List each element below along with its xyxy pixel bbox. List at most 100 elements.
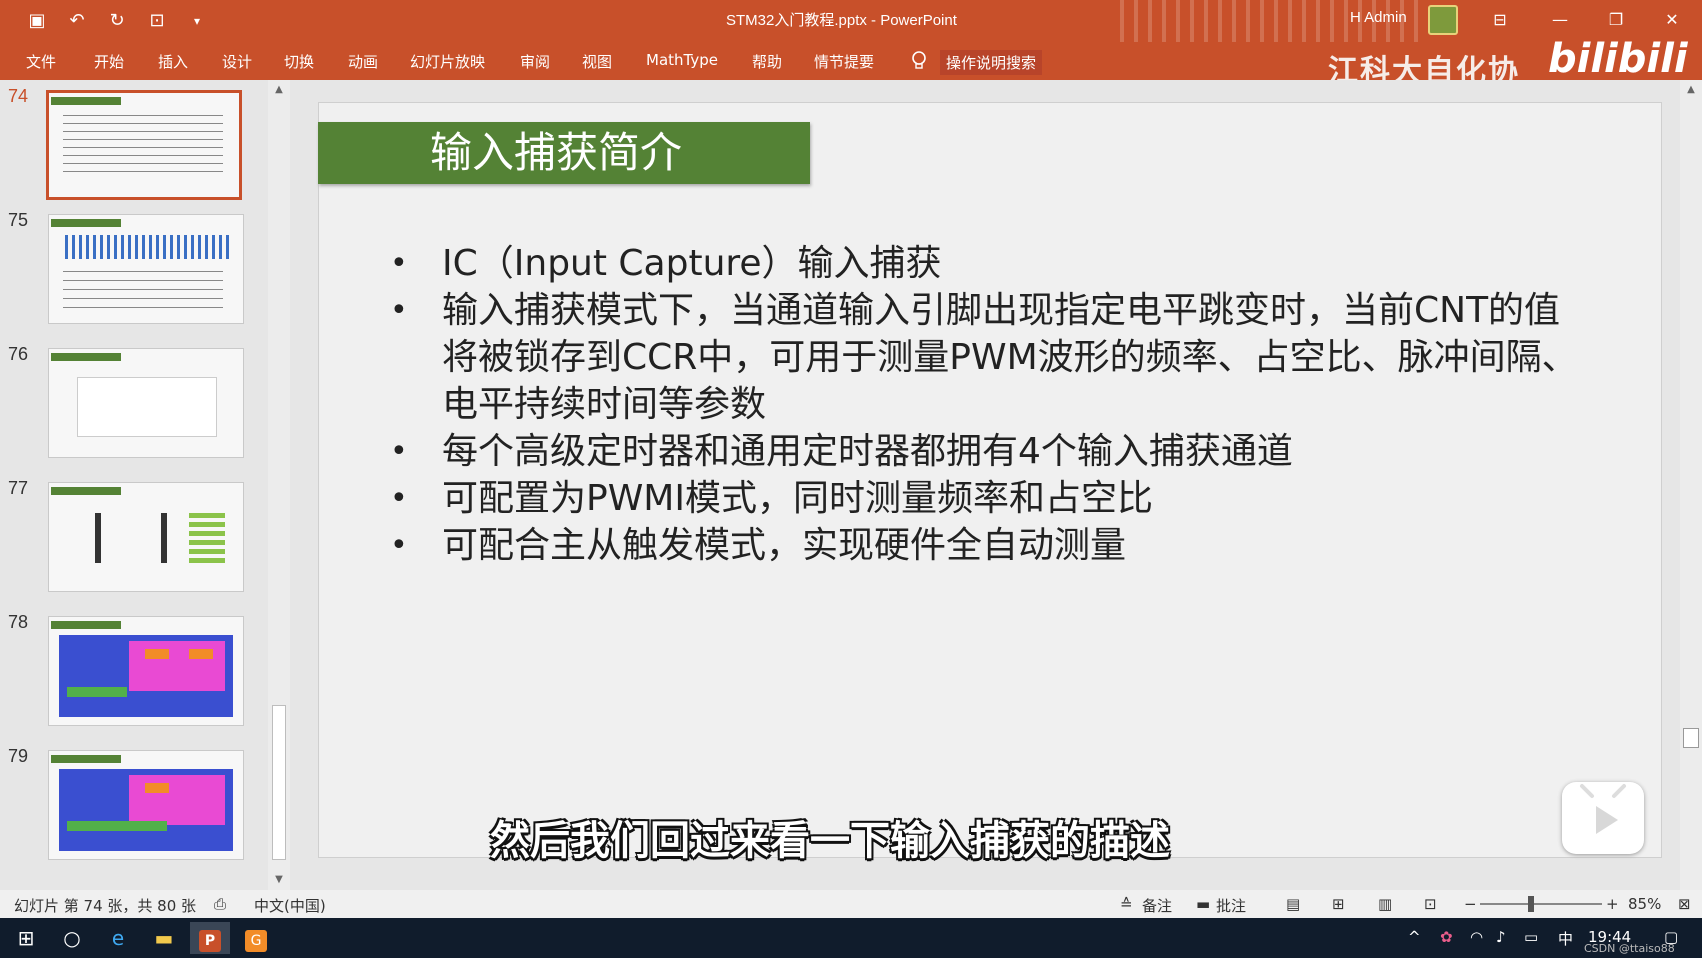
notes-button[interactable]: 备注: [1142, 895, 1172, 916]
thumbnail-block: [129, 775, 225, 825]
edge-icon[interactable]: e: [98, 922, 138, 954]
slide-scrollbar[interactable]: ▲: [1680, 80, 1702, 890]
search-icon[interactable]: ○: [52, 922, 92, 954]
thumbnail-waveform: [65, 235, 230, 259]
ribbon-display-options-icon[interactable]: ⊟: [1480, 6, 1520, 34]
minimize-icon[interactable]: —: [1540, 6, 1580, 34]
wifi-icon[interactable]: ◠: [1470, 928, 1483, 946]
zoom-in-icon[interactable]: +: [1606, 895, 1619, 913]
scroll-up-icon[interactable]: ▲: [273, 84, 285, 96]
thumbnail-number: 78: [8, 612, 29, 632]
slide-thumbnails-pane: 74 75 76 77 78 79: [0, 80, 292, 890]
tab-design[interactable]: 设计: [222, 51, 252, 72]
lightbulb-icon: [912, 51, 926, 69]
bullet-item: IC（Input Capture）输入捕获: [390, 240, 1590, 287]
slide-sorter-icon[interactable]: ⊞: [1332, 895, 1345, 913]
slideshow-view-icon[interactable]: ⊡: [1424, 895, 1437, 913]
comments-icon: ▬: [1196, 895, 1211, 913]
reading-view-icon[interactable]: ▥: [1378, 895, 1392, 913]
app-taskbar-icon[interactable]: G: [236, 922, 276, 954]
thumbnail-number: 76: [8, 344, 29, 364]
thumbnail-scroll-thumb[interactable]: [272, 705, 286, 860]
file-explorer-icon[interactable]: ▬: [144, 922, 184, 954]
fit-to-window-icon[interactable]: ⊠: [1678, 895, 1691, 913]
bullet-item: 每个高级定时器和通用定时器都拥有4个输入捕获通道: [390, 428, 1590, 475]
thumbnail-scrollbar[interactable]: ▲ ▼: [268, 80, 290, 890]
comments-button[interactable]: 批注: [1216, 895, 1246, 916]
zoom-level[interactable]: 85%: [1628, 895, 1661, 913]
tab-view[interactable]: 视图: [582, 51, 612, 72]
customize-qat-icon[interactable]: ▾: [184, 8, 210, 34]
thumbnail-block: [67, 687, 127, 697]
tab-animations[interactable]: 动画: [348, 51, 378, 72]
thumbnail-block: [189, 649, 213, 659]
windows-start-icon[interactable]: ⊞: [6, 922, 46, 954]
thumbnail-number: 75: [8, 210, 29, 230]
quick-access-toolbar: ▣ ↶ ↻ ⊡ ▾: [24, 8, 210, 34]
powerpoint-taskbar-icon[interactable]: P: [190, 922, 230, 954]
slide-title[interactable]: 输入捕获简介: [318, 122, 810, 184]
redo-icon[interactable]: ↻: [104, 8, 130, 34]
slide-thumbnail-75[interactable]: [48, 214, 244, 324]
thumbnail-block: [67, 821, 167, 831]
battery-icon[interactable]: ▭: [1524, 928, 1538, 946]
scroll-up-icon[interactable]: ▲: [1685, 84, 1697, 96]
thumbnail-bar: [95, 513, 101, 563]
status-bar: 幻灯片 第 74 张，共 80 张 ⎙ 中文(中国) ≙ 备注 ▬ 批注 ▤ ⊞…: [0, 890, 1702, 918]
tab-insert[interactable]: 插入: [158, 51, 188, 72]
tab-slideshow[interactable]: 幻灯片放映: [410, 51, 485, 72]
zoom-slider-thumb[interactable]: [1528, 896, 1534, 912]
tray-overflow-icon[interactable]: ^: [1408, 928, 1421, 946]
powerpoint-window: ▣ ↶ ↻ ⊡ ▾ STM32入门教程.pptx - PowerPoint H …: [0, 0, 1702, 958]
scroll-down-icon[interactable]: ▼: [273, 874, 285, 886]
avatar[interactable]: [1428, 5, 1458, 35]
tab-review[interactable]: 审阅: [520, 51, 550, 72]
present-from-start-icon[interactable]: ⊡: [144, 8, 170, 34]
thumbnail-block: [145, 649, 169, 659]
save-icon[interactable]: ▣: [24, 8, 50, 34]
slide-scroll-thumb[interactable]: [1683, 728, 1699, 748]
tray-app-icon[interactable]: ✿: [1440, 928, 1453, 946]
normal-view-icon[interactable]: ▤: [1286, 895, 1300, 913]
thumbnail-number: 77: [8, 478, 29, 498]
video-subtitle: 然后我们回过来看一下输入捕获的描述: [490, 818, 1170, 864]
windows-taskbar: ⊞ ○ e ▬ P G ^ ✿ ◠ ♪ ▭ 中 19:44 CSDN @ttai…: [0, 918, 1702, 958]
csdn-watermark: CSDN @ttaiso88: [1584, 942, 1675, 955]
tab-transitions[interactable]: 切换: [284, 51, 314, 72]
thumbnail-header: [51, 353, 121, 361]
slide-thumbnail-77[interactable]: [48, 482, 244, 592]
close-icon[interactable]: ✕: [1652, 6, 1692, 34]
tab-mathtype[interactable]: MathType: [646, 51, 718, 69]
user-name[interactable]: H Admin: [1350, 9, 1407, 26]
restore-icon[interactable]: ❐: [1596, 6, 1636, 34]
title-bar: ▣ ↶ ↻ ⊡ ▾ STM32入门教程.pptx - PowerPoint H …: [0, 0, 1702, 42]
ime-indicator[interactable]: 中: [1558, 928, 1573, 949]
slide-thumbnail-74[interactable]: [46, 90, 242, 200]
thumbnail-number: 74: [8, 86, 29, 106]
notes-icon: ≙: [1120, 895, 1133, 913]
undo-icon[interactable]: ↶: [64, 8, 90, 34]
slide-counter: 幻灯片 第 74 张，共 80 张: [14, 897, 197, 915]
bilibili-logo: bilibili: [1548, 36, 1688, 82]
thumbnail-number: 79: [8, 746, 29, 766]
thumbnail-text-lines: [63, 115, 223, 175]
zoom-slider[interactable]: [1480, 903, 1602, 905]
tab-file[interactable]: 文件: [26, 51, 56, 72]
tab-help[interactable]: 帮助: [752, 51, 782, 72]
slide-thumbnail-79[interactable]: [48, 750, 244, 860]
zoom-out-icon[interactable]: −: [1464, 895, 1477, 913]
slide-bullet-list[interactable]: IC（Input Capture）输入捕获 输入捕获模式下，当通道输入引脚出现指…: [390, 240, 1590, 569]
thumbnail-list: [189, 513, 225, 563]
thumbnail-text-lines: [63, 271, 223, 311]
spellcheck-icon[interactable]: ⎙: [214, 895, 226, 913]
tab-home[interactable]: 开始: [94, 51, 124, 72]
tell-me-search[interactable]: 操作说明搜索: [940, 50, 1043, 75]
play-button[interactable]: [1562, 782, 1644, 854]
tab-storyboard[interactable]: 情节提要: [814, 51, 874, 72]
slide-thumbnail-76[interactable]: [48, 348, 244, 458]
volume-icon[interactable]: ♪: [1496, 928, 1506, 946]
thumbnail-header: [51, 219, 121, 227]
slide-thumbnail-78[interactable]: [48, 616, 244, 726]
notification-icon[interactable]: ▢: [1664, 928, 1678, 946]
language-indicator[interactable]: 中文(中国): [254, 895, 326, 916]
